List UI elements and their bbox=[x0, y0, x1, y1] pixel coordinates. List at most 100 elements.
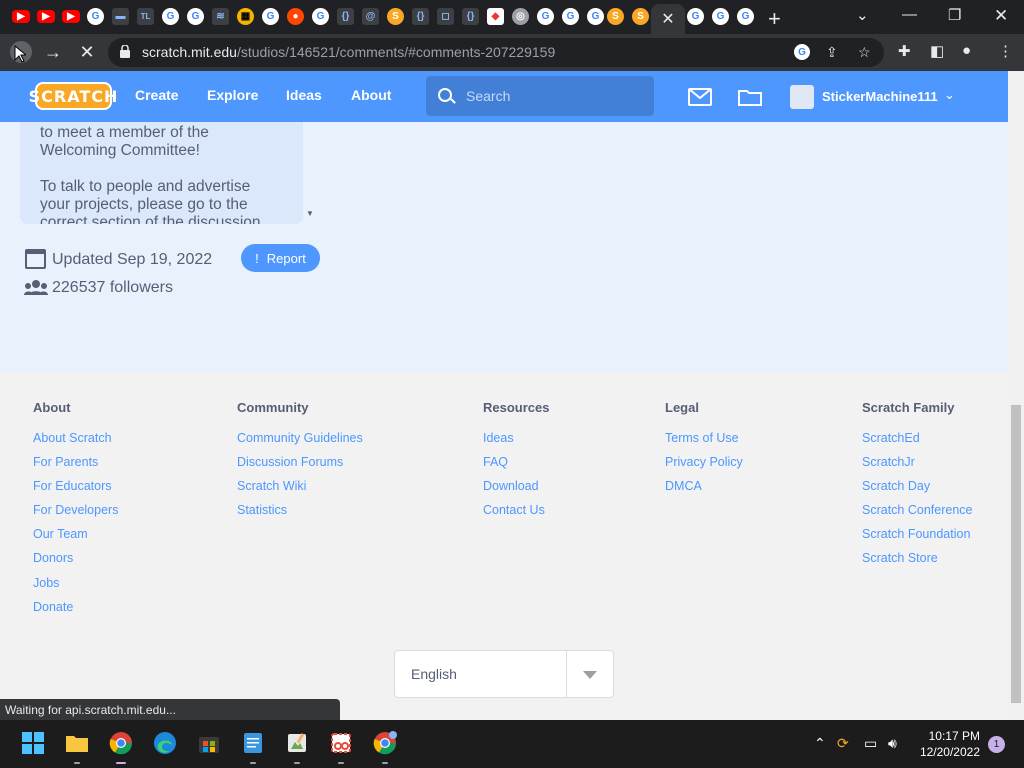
google-tab-icon[interactable]: G bbox=[162, 8, 179, 25]
minimize-icon[interactable]: — bbox=[902, 6, 917, 23]
chevron-down-icon[interactable]: ⌄ bbox=[944, 87, 955, 103]
studio-description[interactable]: to meet a member of the Welcoming Commit… bbox=[20, 122, 303, 224]
footer-link[interactable]: Ideas bbox=[483, 431, 549, 447]
footer-link[interactable]: Scratch Day bbox=[862, 479, 972, 495]
chrome-profile-icon[interactable] bbox=[373, 731, 397, 755]
avatar[interactable] bbox=[790, 85, 814, 109]
google-tab-icon[interactable]: G bbox=[87, 8, 104, 25]
share-icon[interactable]: ⇪ bbox=[826, 44, 838, 61]
footer-link[interactable]: Donors bbox=[33, 551, 118, 567]
reddit-tab-icon[interactable]: ● bbox=[287, 8, 304, 25]
youtube-tab-icon[interactable]: ▶ bbox=[62, 10, 80, 23]
google-tab-icon[interactable]: G bbox=[712, 8, 729, 25]
footer-link[interactable]: For Developers bbox=[33, 503, 118, 519]
roblox-tab-icon[interactable]: ◆ bbox=[487, 8, 504, 25]
scratch-tab-icon[interactable]: S bbox=[607, 8, 624, 25]
forward-arrow-icon[interactable]: → bbox=[42, 41, 64, 63]
footer-link[interactable]: Contact Us bbox=[483, 503, 549, 519]
tl-tab-icon[interactable]: TL bbox=[137, 8, 154, 25]
youtube-tab-icon[interactable]: ▶ bbox=[12, 10, 30, 23]
scratch-logo[interactable]: SCRATCH bbox=[29, 82, 117, 110]
file-explorer-icon[interactable] bbox=[65, 731, 89, 755]
google-tab-icon[interactable]: G bbox=[562, 8, 579, 25]
youtube-tab-icon[interactable]: ▶ bbox=[37, 10, 55, 23]
description-scroll-down-icon[interactable]: ▼ bbox=[306, 209, 314, 218]
at-sign-tab-icon[interactable]: @ bbox=[362, 8, 379, 25]
new-tab-plus-icon[interactable]: + bbox=[768, 6, 781, 32]
footer-link[interactable]: FAQ bbox=[483, 455, 549, 471]
google-tab-icon[interactable]: G bbox=[737, 8, 754, 25]
scrollbar-thumb[interactable] bbox=[1011, 405, 1021, 703]
google-tab-icon[interactable]: G bbox=[537, 8, 554, 25]
footer-link[interactable]: Scratch Store bbox=[862, 551, 972, 567]
chat-tab-icon[interactable]: ◻ bbox=[437, 8, 454, 25]
notepad-icon[interactable] bbox=[241, 731, 265, 755]
extensions-puzzle-icon[interactable]: ✚ bbox=[898, 42, 911, 60]
google-tab-icon[interactable]: G bbox=[262, 8, 279, 25]
username[interactable]: StickerMachine111 bbox=[822, 89, 938, 104]
microsoft-store-icon[interactable] bbox=[197, 731, 221, 755]
footer-link[interactable]: Statistics bbox=[237, 503, 363, 519]
report-button[interactable]: ! Report bbox=[241, 244, 320, 272]
sync-icon[interactable]: ⟳ bbox=[837, 735, 849, 752]
snipping-tool-icon[interactable] bbox=[329, 731, 353, 755]
paint-icon[interactable] bbox=[285, 731, 309, 755]
show-hidden-icons-chevron-icon[interactable]: ⌃ bbox=[814, 735, 826, 752]
bookmark-star-icon[interactable]: ☆ bbox=[858, 44, 871, 61]
google-tab-icon[interactable]: G bbox=[312, 8, 329, 25]
footer-link[interactable]: For Educators bbox=[33, 479, 118, 495]
scratch-tab-icon[interactable]: S bbox=[632, 8, 649, 25]
footer-link[interactable]: Privacy Policy bbox=[665, 455, 743, 471]
edge-icon[interactable] bbox=[153, 731, 177, 755]
nav-create[interactable]: Create bbox=[135, 87, 179, 103]
footer-link[interactable]: ScratchJr bbox=[862, 455, 972, 471]
google-tab-icon[interactable]: G bbox=[187, 8, 204, 25]
footer-link[interactable]: Our Team bbox=[33, 527, 118, 543]
address-bar[interactable]: scratch.mit.edu/studios/146521/comments/… bbox=[108, 38, 884, 67]
messages-envelope-icon[interactable] bbox=[688, 88, 712, 106]
footer-link[interactable]: Scratch Conference bbox=[862, 503, 972, 519]
footer-link[interactable]: Terms of Use bbox=[665, 431, 743, 447]
lock-icon[interactable] bbox=[120, 45, 130, 58]
calculator-tab-icon[interactable]: ▦ bbox=[237, 8, 254, 25]
my-stuff-folder-icon[interactable] bbox=[738, 88, 762, 106]
profile-icon[interactable]: ● bbox=[962, 42, 971, 59]
google-tab-icon[interactable]: G bbox=[687, 8, 704, 25]
windows-start-icon[interactable] bbox=[21, 731, 45, 755]
page-scrollbar[interactable] bbox=[1008, 71, 1024, 720]
maximize-icon[interactable]: ❐ bbox=[948, 6, 961, 24]
network-icon[interactable]: ▭ bbox=[864, 735, 877, 752]
system-clock[interactable]: 10:17 PM 12/20/2022 bbox=[918, 728, 980, 760]
menu-dots-icon[interactable]: ⋮ bbox=[998, 42, 1013, 60]
stop-loading-icon[interactable]: ✕ bbox=[76, 41, 98, 63]
wifi-tab-icon[interactable]: ≋ bbox=[212, 8, 229, 25]
footer-link[interactable]: Scratch Wiki bbox=[237, 479, 363, 495]
tab-search-chevron-icon[interactable]: ⌄ bbox=[856, 6, 869, 24]
footer-link[interactable]: Download bbox=[483, 479, 549, 495]
url-text[interactable]: scratch.mit.edu/studios/146521/comments/… bbox=[142, 44, 555, 60]
active-tab-close-icon[interactable]: ✕ bbox=[651, 4, 685, 34]
footer-link[interactable]: ScratchEd bbox=[862, 431, 972, 447]
footer-link[interactable]: Community Guidelines bbox=[237, 431, 363, 447]
chrome-tab-icon[interactable]: ◎ bbox=[512, 8, 529, 25]
monitor-tab-icon[interactable]: ▬ bbox=[112, 8, 129, 25]
search-input[interactable]: Search bbox=[426, 76, 654, 116]
nav-explore[interactable]: Explore bbox=[207, 87, 258, 103]
footer-link[interactable]: Donate bbox=[33, 600, 118, 616]
footer-link[interactable]: About Scratch bbox=[33, 431, 118, 447]
footer-link[interactable]: Scratch Foundation bbox=[862, 527, 972, 543]
chrome-icon[interactable] bbox=[109, 731, 133, 755]
nav-about[interactable]: About bbox=[351, 87, 391, 103]
close-window-icon[interactable]: ✕ bbox=[994, 6, 1008, 26]
footer-link[interactable]: Discussion Forums bbox=[237, 455, 363, 471]
footer-link[interactable]: For Parents bbox=[33, 455, 118, 471]
notification-badge[interactable]: 1 bbox=[988, 736, 1005, 753]
code-tab-icon[interactable]: {} bbox=[337, 8, 354, 25]
nav-ideas[interactable]: Ideas bbox=[286, 87, 322, 103]
side-panel-icon[interactable]: ◧ bbox=[930, 42, 944, 60]
language-select[interactable]: English bbox=[394, 650, 614, 698]
scratch-tab-icon[interactable]: S bbox=[387, 8, 404, 25]
google-lens-icon[interactable]: G bbox=[794, 44, 810, 60]
code-tab-icon[interactable]: {} bbox=[412, 8, 429, 25]
code-tab-icon[interactable]: {} bbox=[462, 8, 479, 25]
